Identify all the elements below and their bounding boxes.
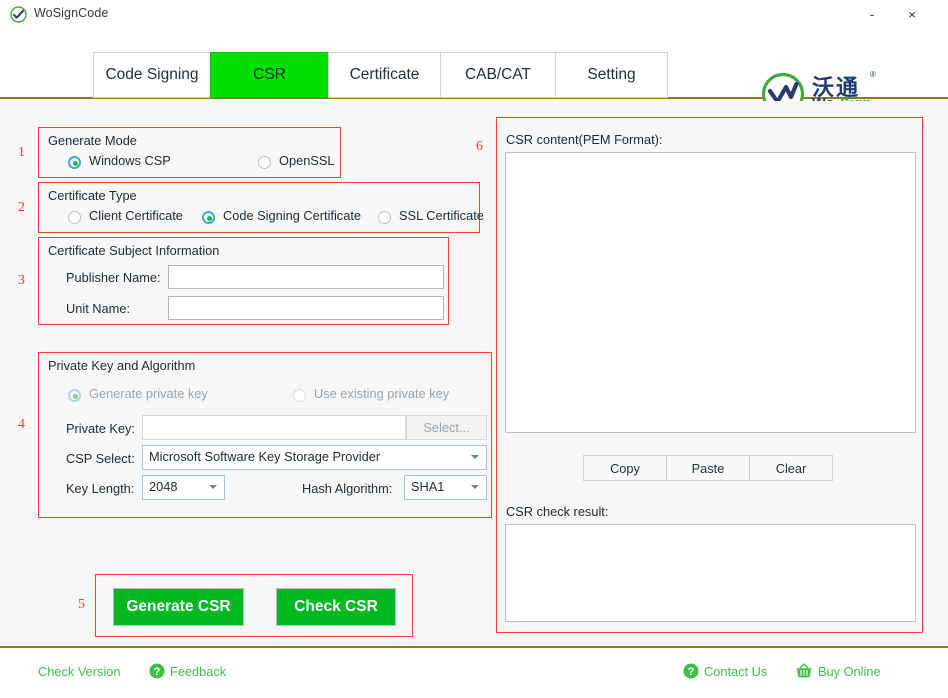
radio-use-existing-private-key[interactable] — [293, 389, 306, 402]
radio-client-certificate[interactable] — [68, 211, 81, 224]
csp-select-dropdown[interactable]: Microsoft Software Key Storage Provider — [142, 445, 487, 470]
radio-generate-private-key-label[interactable]: Generate private key — [89, 386, 208, 401]
step-number-2: 2 — [18, 200, 25, 216]
select-private-key-button[interactable]: Select... — [406, 415, 487, 440]
feedback-link[interactable]: Feedback — [170, 664, 226, 679]
step-number-4: 4 — [18, 417, 25, 433]
key-length-dropdown[interactable]: 2048 — [142, 475, 225, 500]
question-circle-icon: ? — [683, 663, 699, 684]
tab-cab-cat[interactable]: CAB/CAT — [440, 52, 555, 98]
csp-select-label: CSP Select: — [66, 451, 135, 466]
radio-ssl-certificate-label[interactable]: SSL Certificate — [399, 208, 484, 223]
chevron-down-icon — [471, 455, 479, 459]
private-key-group: Private Key and Algorithm Generate priva… — [38, 352, 492, 518]
main-tabstrip: Code Signing CSR Certificate CAB/CAT Set… — [93, 52, 668, 98]
private-key-path-label: Private Key: — [66, 421, 135, 436]
question-circle-icon: ? — [149, 663, 165, 684]
hash-algorithm-value: SHA1 — [411, 479, 444, 494]
radio-use-existing-private-key-label[interactable]: Use existing private key — [314, 386, 449, 401]
key-length-label: Key Length: — [66, 481, 134, 496]
chevron-down-icon — [471, 485, 479, 489]
title-bar: WoSignCode - × — [0, 0, 948, 30]
csr-check-result-label: CSR check result: — [506, 504, 608, 519]
unit-name-input[interactable] — [168, 296, 444, 320]
csr-page: 1 Generate Mode Windows CSP OpenSSL 2 Ce… — [0, 101, 948, 646]
radio-windows-csp[interactable] — [68, 156, 81, 169]
radio-code-signing-certificate[interactable] — [202, 211, 215, 224]
unit-name-label: Unit Name: — [66, 301, 130, 316]
shopping-basket-icon — [795, 662, 813, 685]
key-length-value: 2048 — [149, 479, 177, 494]
csr-output-panel: CSR content(PEM Format): Copy Paste Clea… — [496, 117, 923, 633]
hash-algorithm-dropdown[interactable]: SHA1 — [404, 475, 487, 500]
copy-button[interactable]: Copy — [583, 455, 667, 481]
radio-windows-csp-label[interactable]: Windows CSP — [89, 153, 171, 168]
radio-ssl-certificate[interactable] — [378, 211, 391, 224]
close-button[interactable]: × — [898, 4, 926, 26]
certificate-type-title: Certificate Type — [48, 188, 137, 203]
radio-client-certificate-label[interactable]: Client Certificate — [89, 208, 183, 223]
svg-text:?: ? — [154, 666, 161, 678]
minimize-button[interactable]: - — [858, 4, 886, 26]
private-key-title: Private Key and Algorithm — [48, 358, 195, 373]
tab-code-signing[interactable]: Code Signing — [93, 52, 210, 98]
paste-button[interactable]: Paste — [666, 455, 750, 481]
generate-csr-button[interactable]: Generate CSR — [113, 588, 244, 626]
generate-mode-title: Generate Mode — [48, 133, 137, 148]
csr-actions-group: Generate CSR Check CSR — [95, 574, 413, 637]
radio-openssl[interactable] — [258, 156, 271, 169]
step-number-3: 3 — [18, 273, 25, 289]
radio-openssl-label[interactable]: OpenSSL — [279, 153, 335, 168]
wosign-check-icon — [10, 6, 27, 23]
radio-code-signing-certificate-label[interactable]: Code Signing Certificate — [223, 208, 361, 223]
tab-csr[interactable]: CSR — [210, 52, 328, 98]
csr-content-label: CSR content(PEM Format): — [506, 132, 662, 147]
subject-info-title: Certificate Subject Information — [48, 243, 219, 258]
generate-mode-group: Generate Mode Windows CSP OpenSSL — [38, 127, 341, 178]
hash-algorithm-label: Hash Algorithm: — [302, 481, 392, 496]
publisher-name-label: Publisher Name: — [66, 270, 161, 285]
csp-select-value: Microsoft Software Key Storage Provider — [149, 449, 380, 464]
buy-online-link[interactable]: Buy Online — [818, 664, 881, 679]
csr-content-textarea[interactable] — [505, 152, 916, 433]
publisher-name-input[interactable] — [168, 265, 444, 289]
csr-check-result-textarea[interactable] — [505, 524, 916, 622]
step-number-1: 1 — [18, 145, 25, 161]
certificate-type-group: Certificate Type Client Certificate Code… — [38, 182, 480, 233]
footer-bar: Check Version ? Feedback ? Contact Us Bu… — [0, 646, 948, 698]
clear-button[interactable]: Clear — [749, 455, 833, 481]
radio-generate-private-key[interactable] — [68, 389, 81, 402]
subject-info-group: Certificate Subject Information Publishe… — [38, 237, 449, 325]
window-title: WoSignCode — [34, 6, 108, 20]
contact-us-link[interactable]: Contact Us — [704, 664, 767, 679]
wosigncode-window: WoSignCode - × Code Signing CSR Certific… — [0, 0, 948, 698]
private-key-path-input[interactable] — [142, 415, 406, 440]
logo-registered-mark: ® — [870, 70, 876, 79]
svg-text:?: ? — [688, 666, 695, 678]
step-number-6: 6 — [476, 139, 483, 155]
step-number-5: 5 — [78, 597, 85, 613]
tab-certificate[interactable]: Certificate — [328, 52, 440, 98]
header-bar: Code Signing CSR Certificate CAB/CAT Set… — [0, 30, 948, 99]
tab-setting[interactable]: Setting — [555, 52, 668, 98]
chevron-down-icon — [209, 485, 217, 489]
check-version-link[interactable]: Check Version — [38, 664, 121, 679]
check-csr-button[interactable]: Check CSR — [276, 588, 396, 626]
